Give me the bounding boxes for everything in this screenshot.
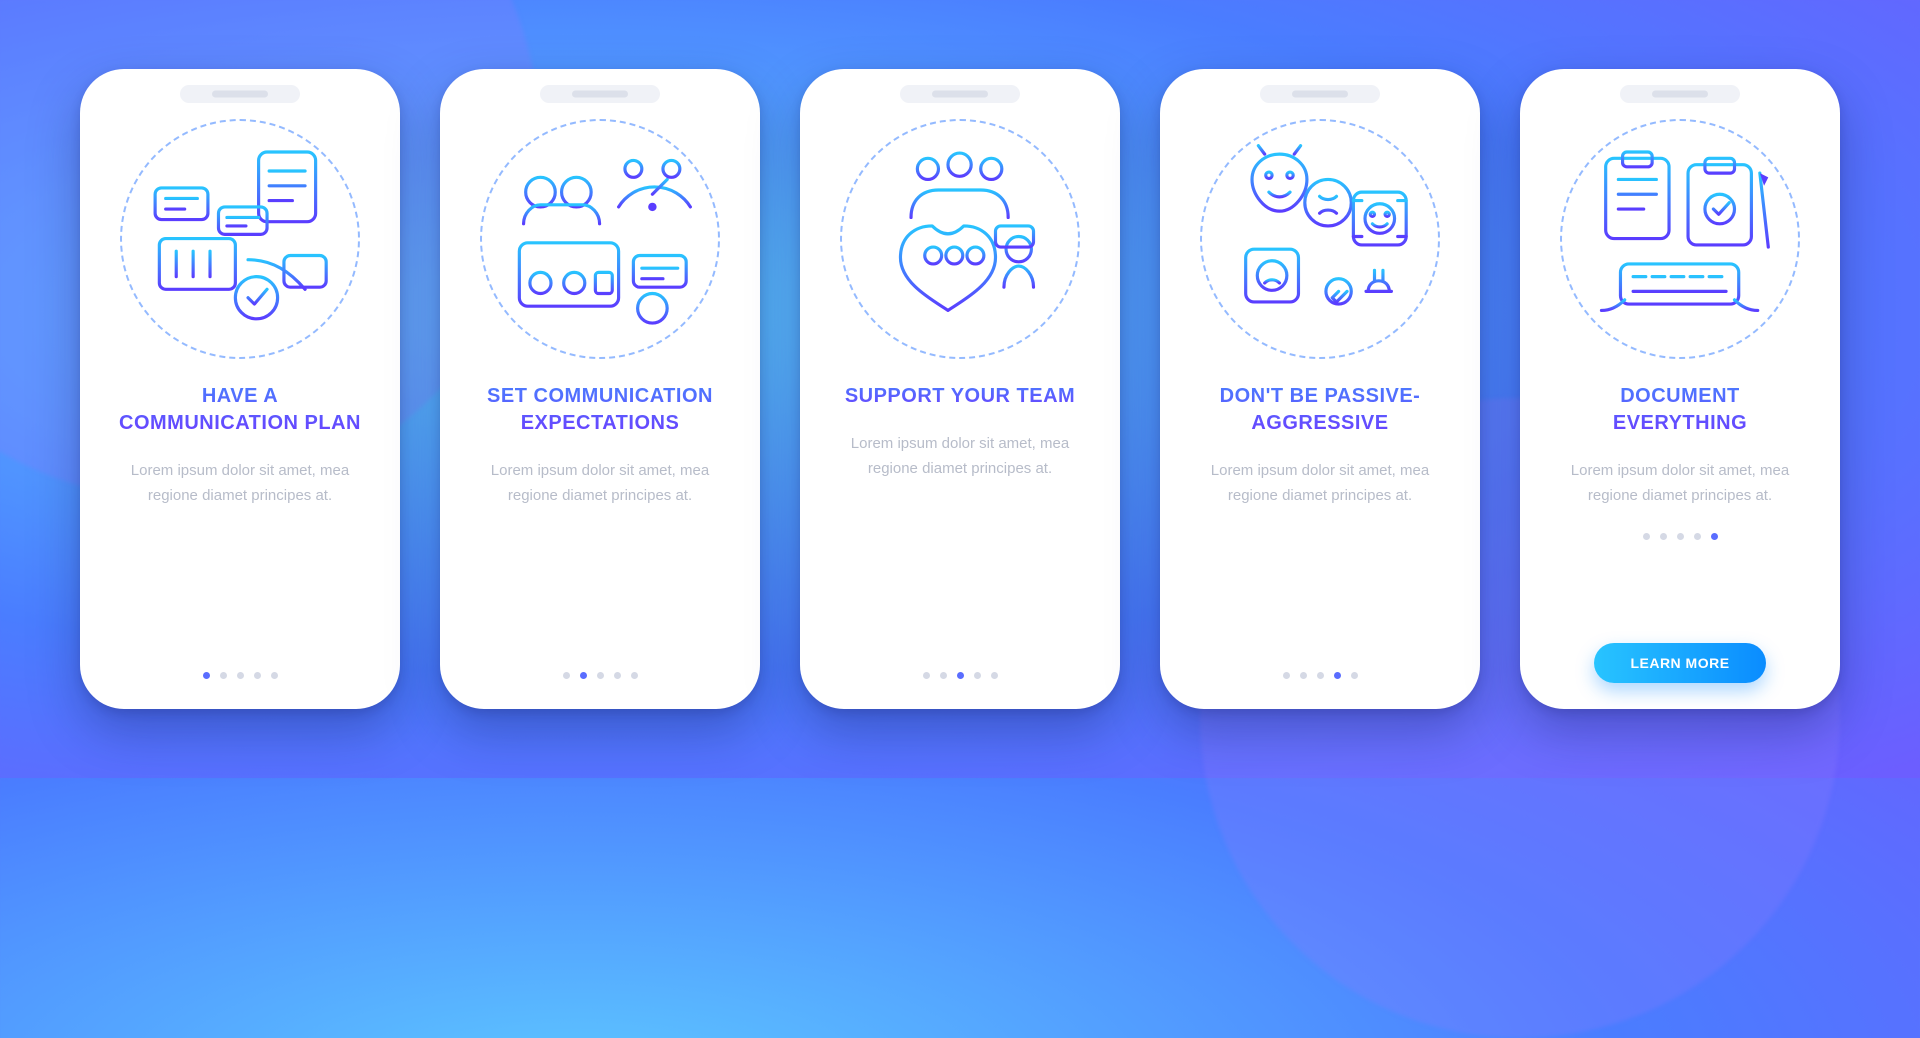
dot-2[interactable]: [1300, 672, 1307, 679]
page-indicator: [203, 672, 278, 683]
screen-body: Lorem ipsum dolor sit amet, mea regione …: [475, 459, 725, 509]
learn-more-button[interactable]: LEARN MORE: [1594, 643, 1765, 683]
phone-document-everything: DOCUMENT EVERYTHING Lorem ipsum dolor si…: [1520, 69, 1840, 709]
phone-notch: [540, 85, 660, 103]
dot-4[interactable]: [254, 672, 261, 679]
phone-set-expectations: SET COMMUNICATION EXPECTATIONS Lorem ips…: [440, 69, 760, 709]
dot-5[interactable]: [631, 672, 638, 679]
dot-1[interactable]: [1643, 533, 1650, 540]
dot-2[interactable]: [220, 672, 227, 679]
dot-5[interactable]: [1711, 533, 1718, 540]
dot-3[interactable]: [1317, 672, 1324, 679]
dot-5[interactable]: [991, 672, 998, 679]
screen-heading: DOCUMENT EVERYTHING: [1555, 383, 1805, 437]
page-indicator: [1283, 672, 1358, 683]
passive-aggressive-icon: [1200, 119, 1440, 359]
phone-passive-aggressive: DON'T BE PASSIVE-AGGRESSIVE Lorem ipsum …: [1160, 69, 1480, 709]
dot-4[interactable]: [1334, 672, 1341, 679]
communication-plan-icon: [120, 119, 360, 359]
screen-heading: SET COMMUNICATION EXPECTATIONS: [475, 383, 725, 437]
dot-3[interactable]: [237, 672, 244, 679]
dot-2[interactable]: [940, 672, 947, 679]
support-team-icon: [840, 119, 1080, 359]
dot-3[interactable]: [957, 672, 964, 679]
expectations-icon: [480, 119, 720, 359]
screen-body: Lorem ipsum dolor sit amet, mea regione …: [1555, 459, 1805, 509]
phone-notch: [1620, 85, 1740, 103]
page-indicator: [563, 672, 638, 683]
dot-3[interactable]: [597, 672, 604, 679]
phone-notch: [180, 85, 300, 103]
dot-4[interactable]: [974, 672, 981, 679]
screen-body: Lorem ipsum dolor sit amet, mea regione …: [115, 459, 365, 509]
dot-5[interactable]: [1351, 672, 1358, 679]
screen-body: Lorem ipsum dolor sit amet, mea regione …: [1195, 459, 1445, 509]
screen-heading: SUPPORT YOUR TEAM: [845, 383, 1075, 410]
screen-heading: DON'T BE PASSIVE-AGGRESSIVE: [1195, 383, 1445, 437]
phone-notch: [1260, 85, 1380, 103]
dot-5[interactable]: [271, 672, 278, 679]
screen-body: Lorem ipsum dolor sit amet, mea regione …: [835, 432, 1085, 482]
dot-1[interactable]: [1283, 672, 1290, 679]
dot-1[interactable]: [563, 672, 570, 679]
dot-3[interactable]: [1677, 533, 1684, 540]
dot-1[interactable]: [923, 672, 930, 679]
page-indicator: [1643, 533, 1718, 544]
dot-2[interactable]: [580, 672, 587, 679]
screen-heading: HAVE A COMMUNICATION PLAN: [115, 383, 365, 437]
phone-notch: [900, 85, 1020, 103]
dot-4[interactable]: [1694, 533, 1701, 540]
page-indicator: [923, 672, 998, 683]
document-everything-icon: [1560, 119, 1800, 359]
phone-support-team: SUPPORT YOUR TEAM Lorem ipsum dolor sit …: [800, 69, 1120, 709]
dot-4[interactable]: [614, 672, 621, 679]
phone-row: HAVE A COMMUNICATION PLAN Lorem ipsum do…: [80, 69, 1840, 709]
dot-2[interactable]: [1660, 533, 1667, 540]
phone-communication-plan: HAVE A COMMUNICATION PLAN Lorem ipsum do…: [80, 69, 400, 709]
dot-1[interactable]: [203, 672, 210, 679]
